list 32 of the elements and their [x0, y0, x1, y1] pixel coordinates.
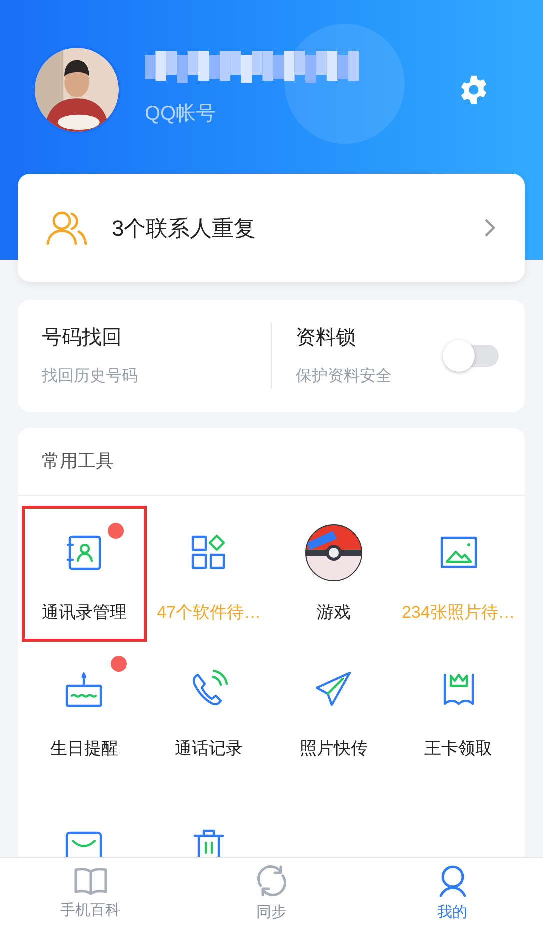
tool-item[interactable]: 生日提醒 — [22, 642, 147, 778]
contact-book-icon — [65, 534, 104, 572]
feature-title: 号码找回 — [42, 326, 123, 351]
feature-subtitle: 保护资料安全 — [296, 366, 393, 387]
tool-label: 游戏 — [316, 602, 351, 624]
feature-subtitle: 找回历史号码 — [42, 366, 139, 387]
ball-icon — [304, 523, 364, 584]
account-label: QQ帐号 — [145, 102, 218, 127]
section-title: 常用工具 — [42, 450, 114, 473]
people-icon — [46, 210, 88, 246]
tool-label: 通话记录 — [175, 738, 244, 760]
toggle-switch[interactable] — [443, 340, 501, 372]
nav-tab[interactable]: 我的 — [362, 858, 543, 931]
tool-item[interactable]: 游戏 — [272, 506, 396, 642]
duplicate-contacts-card[interactable]: 3个联系人重复 — [18, 174, 525, 282]
tool-item[interactable]: 通讯录管理 — [22, 506, 147, 642]
tool-label: 234张照片待… — [402, 602, 516, 624]
tool-item[interactable]: 照片快传 — [272, 642, 396, 778]
chevron-right-icon — [483, 217, 497, 239]
tool-label: 王卡领取 — [424, 738, 493, 760]
trash-icon — [192, 828, 226, 857]
feature-title: 资料锁 — [296, 326, 357, 351]
tool-label: 47个软件待… — [157, 602, 262, 624]
tool-label: 生日提醒 — [50, 738, 118, 760]
tool-label: 照片快传 — [300, 738, 368, 760]
mail-icon — [64, 830, 104, 857]
duplicate-contacts-text: 3个联系人重复 — [112, 214, 258, 242]
tool-item[interactable]: 通话记录 — [146, 642, 272, 778]
sync-icon — [254, 864, 288, 898]
tool-label: 通讯录管理 — [42, 602, 127, 624]
tool-item[interactable]: 王卡领取 — [396, 642, 521, 778]
book-icon — [72, 866, 108, 896]
